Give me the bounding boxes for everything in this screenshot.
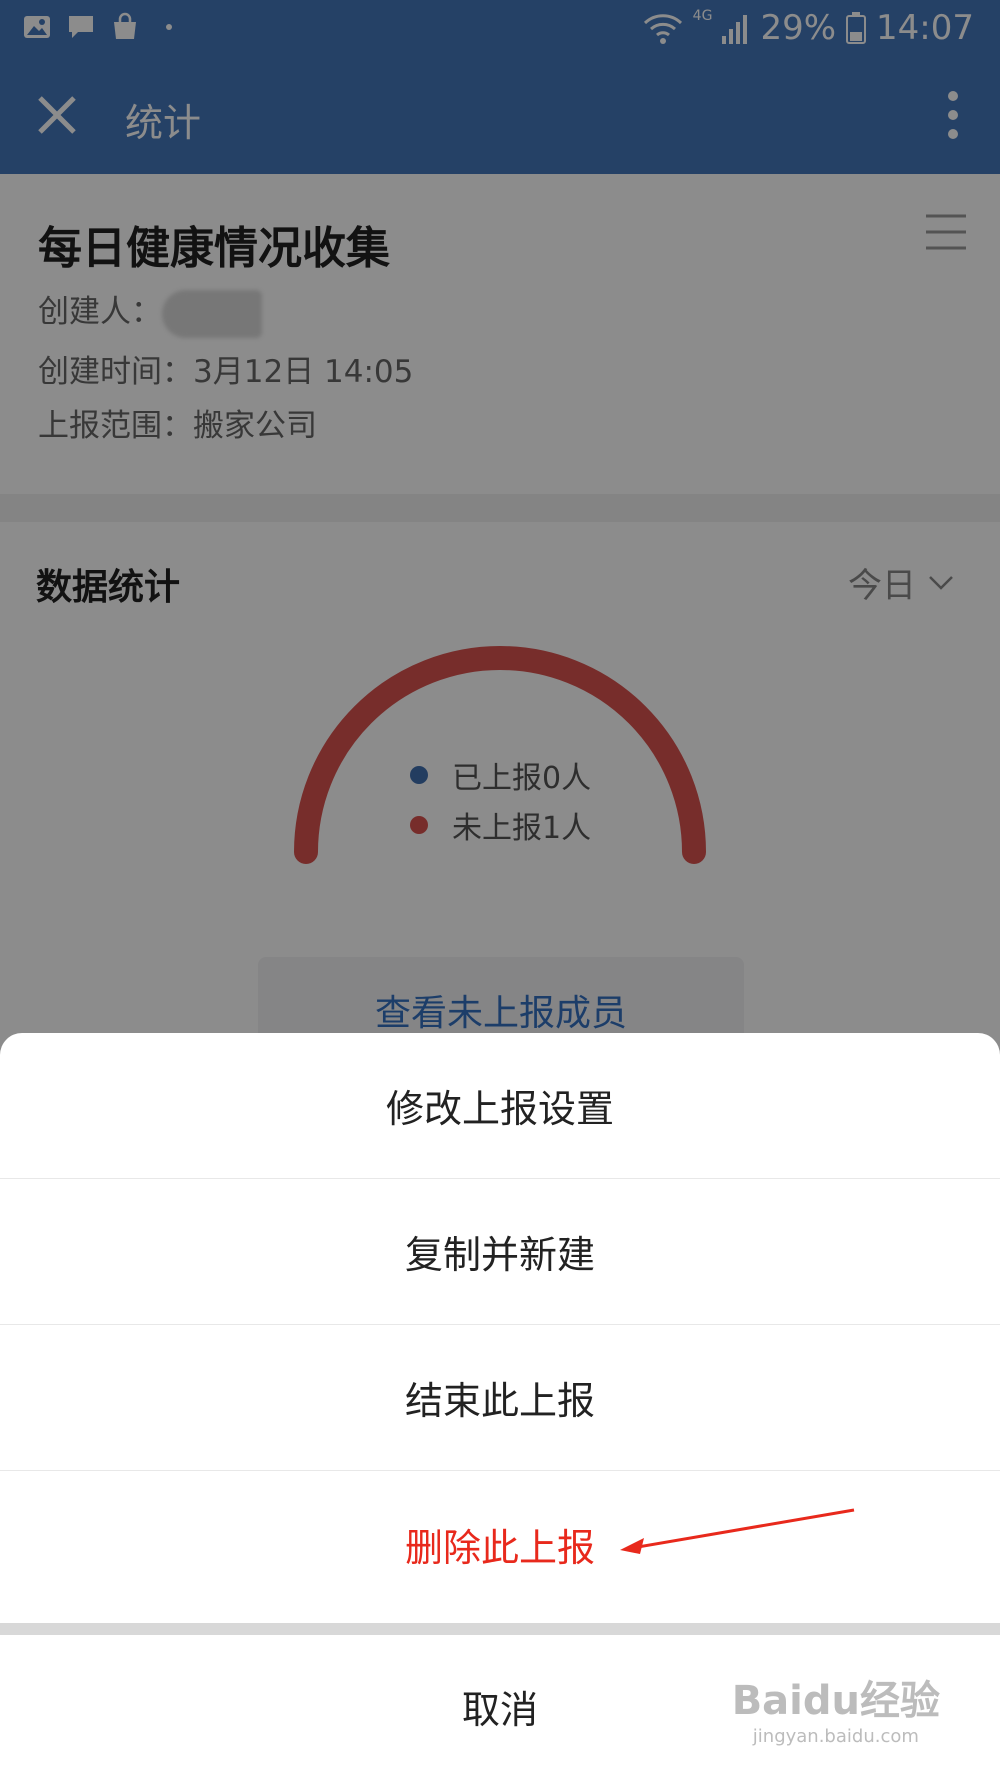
sheet-divider — [0, 1623, 1000, 1635]
copy-new-option[interactable]: 复制并新建 — [0, 1179, 1000, 1325]
annotation-arrow-icon — [620, 1508, 855, 1554]
action-sheet: 修改上报设置 复制并新建 结束此上报 删除此上报 取消 — [0, 1033, 1000, 1778]
end-report-option[interactable]: 结束此上报 — [0, 1325, 1000, 1471]
edit-settings-option[interactable]: 修改上报设置 — [0, 1033, 1000, 1179]
baidu-watermark: Baidu经验 jingyan.baidu.com — [732, 1668, 940, 1747]
watermark-url: jingyan.baidu.com — [752, 1726, 919, 1747]
watermark-brand: Baidu经验 — [731, 1678, 940, 1724]
